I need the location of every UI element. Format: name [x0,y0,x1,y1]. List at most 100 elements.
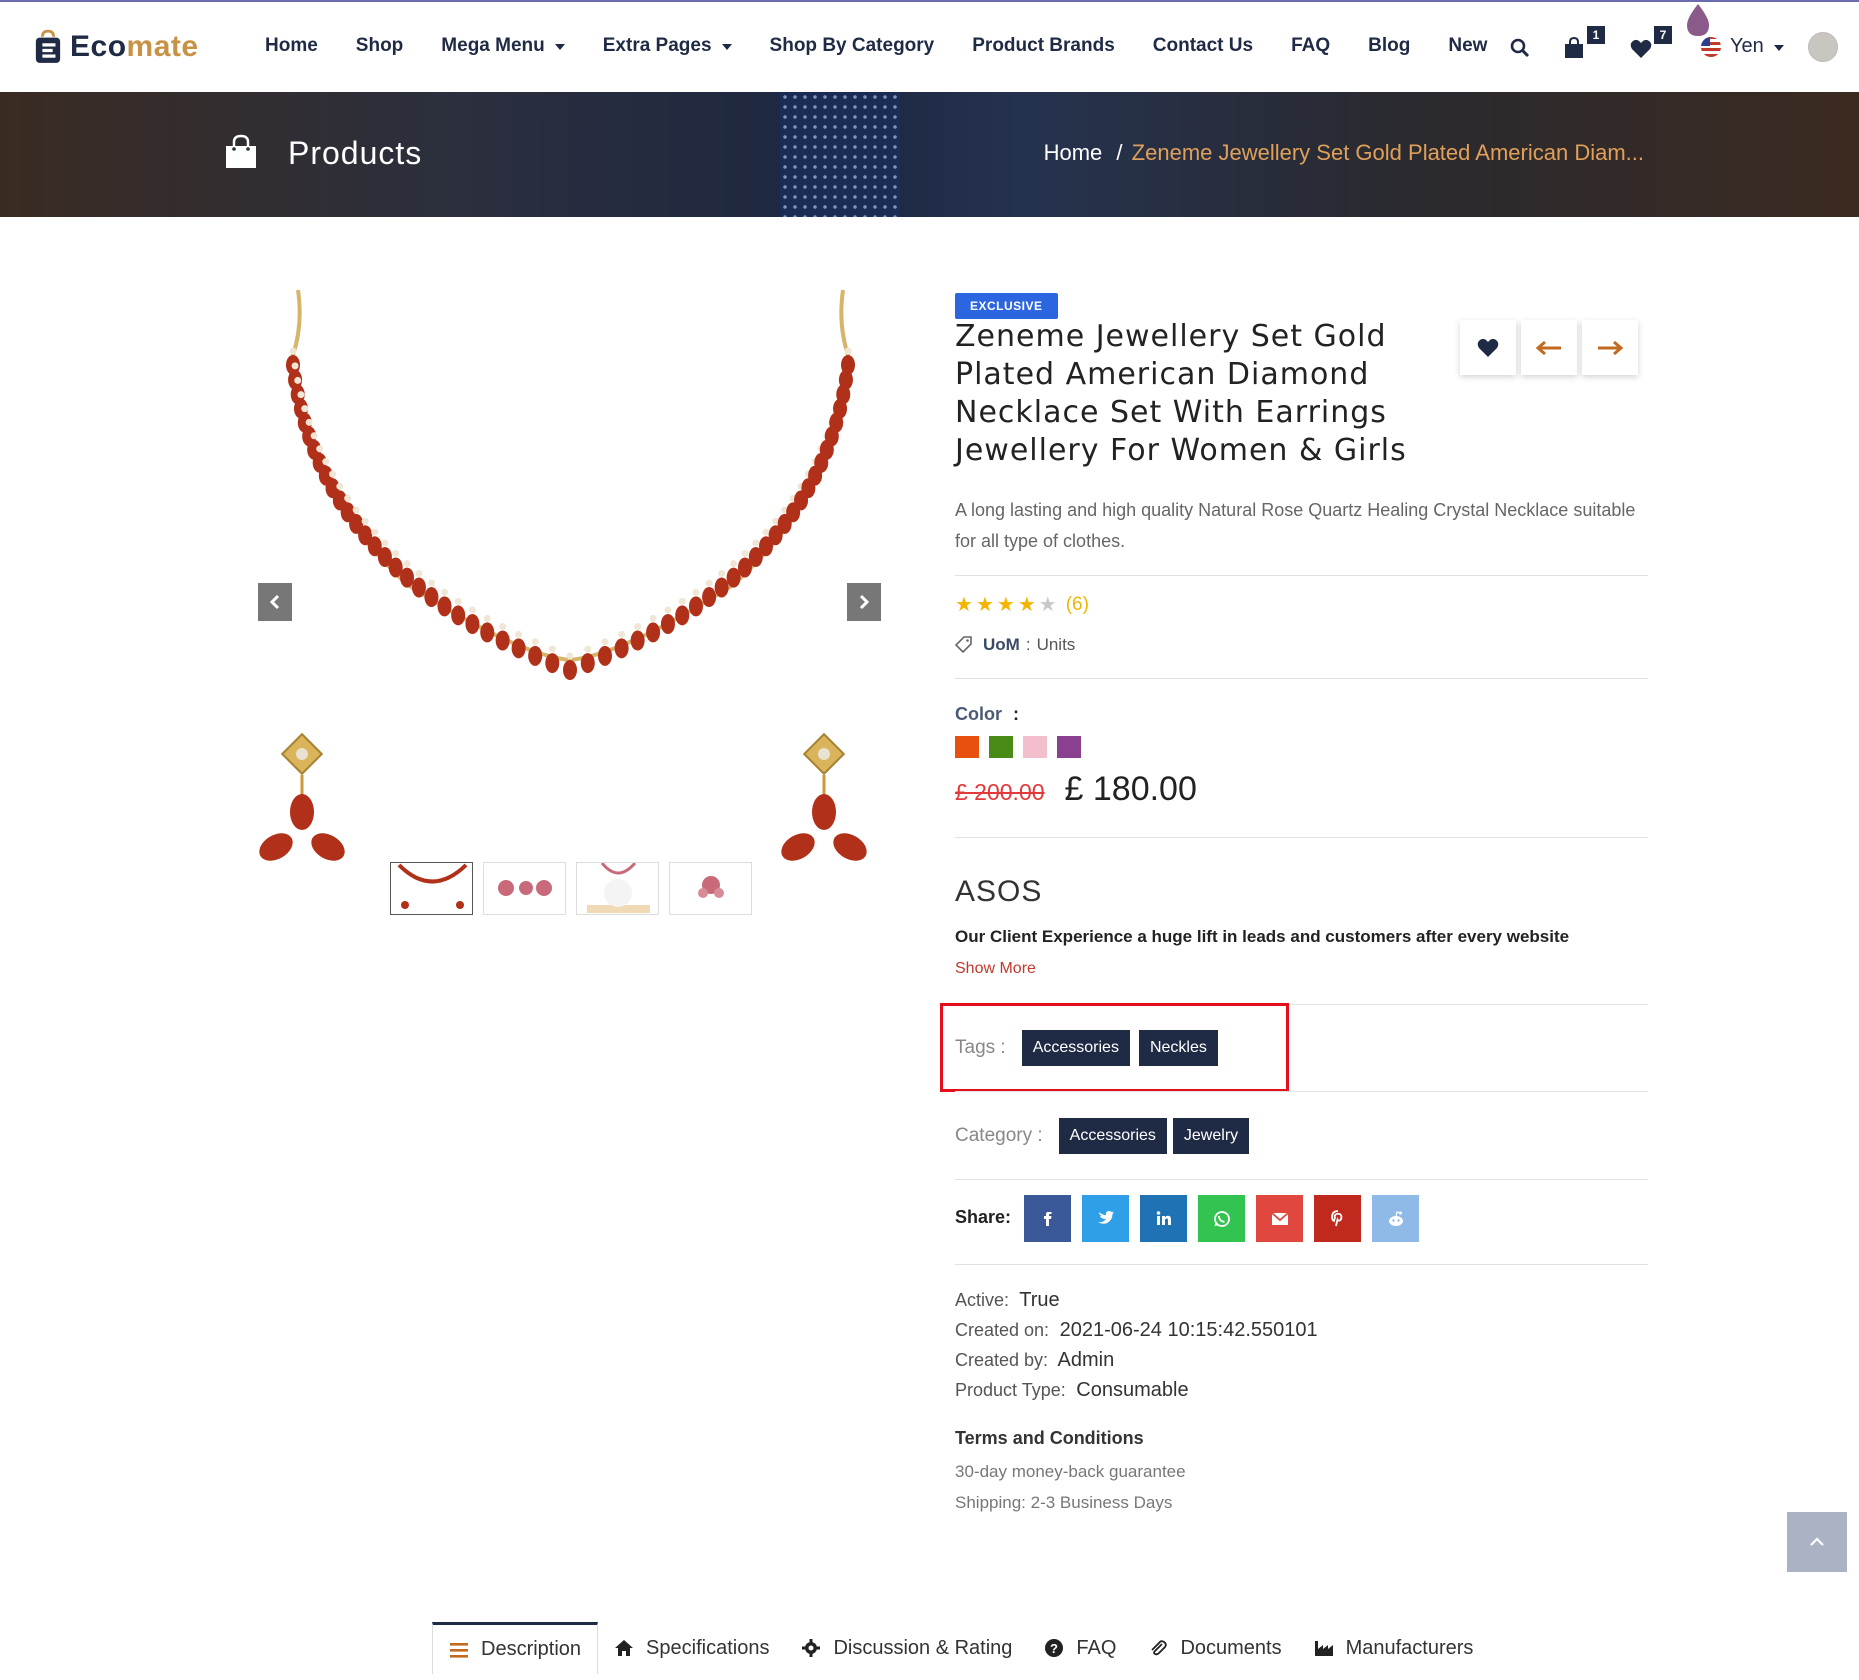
product-title: Zeneme Jewellery Set Gold Plated America… [955,319,1407,468]
nav-item-label: Extra Pages [602,35,712,56]
meta-row: Created on: 2021-06-24 10:15:42.550101 [955,1315,1318,1345]
necklace-stone [480,622,495,643]
cart-button[interactable]: 1 [1563,26,1605,64]
necklace-stone [511,638,526,659]
necklace-diamond [752,539,760,547]
share-email-button[interactable] [1256,1195,1303,1242]
category-accessories[interactable]: Accessories [1058,1118,1167,1154]
share-whatsapp-button[interactable] [1198,1195,1245,1242]
tab-specifications[interactable]: Specifications [598,1622,785,1674]
necklace-diamond [618,630,626,638]
rating-stars[interactable]: ★ ★ ★ ★ ★ (6) [955,592,1089,617]
heart-icon [1477,338,1499,357]
thumbnail-strip [390,862,752,915]
wishlist-button[interactable]: 7 [1630,26,1672,64]
nav-item-contact-us[interactable]: Contact Us [1153,35,1253,57]
nav-item-product-brands[interactable]: Product Brands [972,35,1115,57]
necklace-diamond [499,623,507,631]
tab-faq[interactable]: ? FAQ [1028,1622,1132,1674]
show-more-link[interactable]: Show More [955,960,1036,978]
previous-product-button[interactable] [1521,320,1577,375]
share-linkedin-button[interactable] [1140,1195,1187,1242]
uom-value: Units [1036,635,1076,654]
tab-documents[interactable]: Documents [1132,1622,1297,1674]
divider [955,678,1648,679]
star-icon: ★ [1017,594,1036,616]
category-jewelry[interactable]: Jewelry [1172,1118,1250,1154]
logo-text: Ecomate [70,30,199,64]
nav-item-label: Shop By Category [769,35,935,56]
share-label: Share: [955,1207,1012,1227]
necklace-diamond [454,597,462,605]
thumbnail-2[interactable] [483,862,566,915]
necklace-diamond [316,445,324,453]
necklace-stone [688,596,703,617]
drop-icon [1687,4,1709,36]
scroll-to-top-button[interactable] [1787,1512,1847,1572]
chevron-down-icon [721,44,732,50]
star-icon: ★ [975,594,994,616]
necklace-diamond [301,405,309,413]
color-swatch-1[interactable] [955,736,979,758]
paperclip-icon [1148,1638,1168,1658]
necklace-diamond [705,579,713,587]
color-swatch-3[interactable] [1023,736,1047,758]
search-icon[interactable] [1510,38,1530,58]
necklace-stone [437,596,452,617]
thumbnail-3[interactable] [576,862,659,915]
meta-row: Created by: Admin [955,1345,1318,1375]
breadcrumb-current: Zeneme Jewellery Set Gold Plated America… [1131,140,1644,165]
wishlist-count-badge: 7 [1654,26,1672,44]
nav-item-home[interactable]: Home [265,35,318,57]
terms-list: 30-day money-back guarantee Shipping: 2-3… [955,1456,1186,1518]
necklace-diamond [441,588,449,596]
chevron-right-icon [859,594,870,610]
star-icon: ★ [1038,594,1057,616]
gallery-prev-button[interactable] [258,583,292,621]
nav-item-label: Contact Us [1152,35,1254,56]
divider [955,575,1648,576]
divider [955,837,1648,838]
share-twitter-button[interactable] [1082,1195,1129,1242]
tab-manufacturers[interactable]: Manufacturers [1298,1622,1490,1674]
nav-item-shop[interactable]: Shop [356,35,404,57]
review-count[interactable]: (6) [1066,594,1089,616]
necklace-diamond [392,549,400,557]
next-product-button[interactable] [1582,320,1638,375]
nav-item-extra-pages[interactable]: Extra Pages [603,35,732,57]
share-pinterest-button[interactable] [1314,1195,1361,1242]
necklace-diamond [483,614,491,622]
chevron-up-icon [1810,1537,1824,1546]
gallery-next-button[interactable] [847,583,881,621]
share-facebook-button[interactable] [1024,1195,1071,1242]
nav-item-new[interactable]: New [1448,35,1487,57]
avatar[interactable] [1808,32,1838,62]
tab-label: FAQ [1076,1636,1117,1659]
meta-row: Active: True [955,1285,1318,1315]
necklace-diamond [329,470,337,478]
tab-description[interactable]: Description [432,1622,599,1674]
nav-item-mega-menu[interactable]: Mega Menu [441,35,565,57]
necklace-diamond [344,494,352,502]
product-actions [1460,320,1638,375]
linkedin-icon [1156,1210,1171,1225]
thumbnail-4[interactable] [669,862,752,915]
color-swatch-4[interactable] [1057,736,1081,758]
thumbnail-1[interactable] [390,862,473,915]
necklace-stone [545,653,560,674]
share-reddit-button[interactable] [1372,1195,1419,1242]
nav-item-faq[interactable]: FAQ [1291,35,1330,57]
tab-discussion-rating[interactable]: Discussion & Rating [785,1622,1028,1674]
breadcrumb-home-link[interactable]: Home [1044,140,1103,165]
add-to-wishlist-button[interactable] [1460,320,1516,375]
necklace-diamond [289,347,297,355]
question-icon: ? [1044,1638,1064,1658]
nav-item-shop-by-category[interactable]: Shop By Category [770,35,935,57]
breadcrumb-separator: / [1116,140,1123,165]
currency-selector[interactable]: Yen [1700,35,1784,58]
earring-left-image [259,732,345,861]
logo[interactable]: Ecomate [34,28,199,66]
necklace-stone [411,577,426,598]
color-swatch-2[interactable] [989,736,1013,758]
nav-item-blog[interactable]: Blog [1368,35,1410,57]
